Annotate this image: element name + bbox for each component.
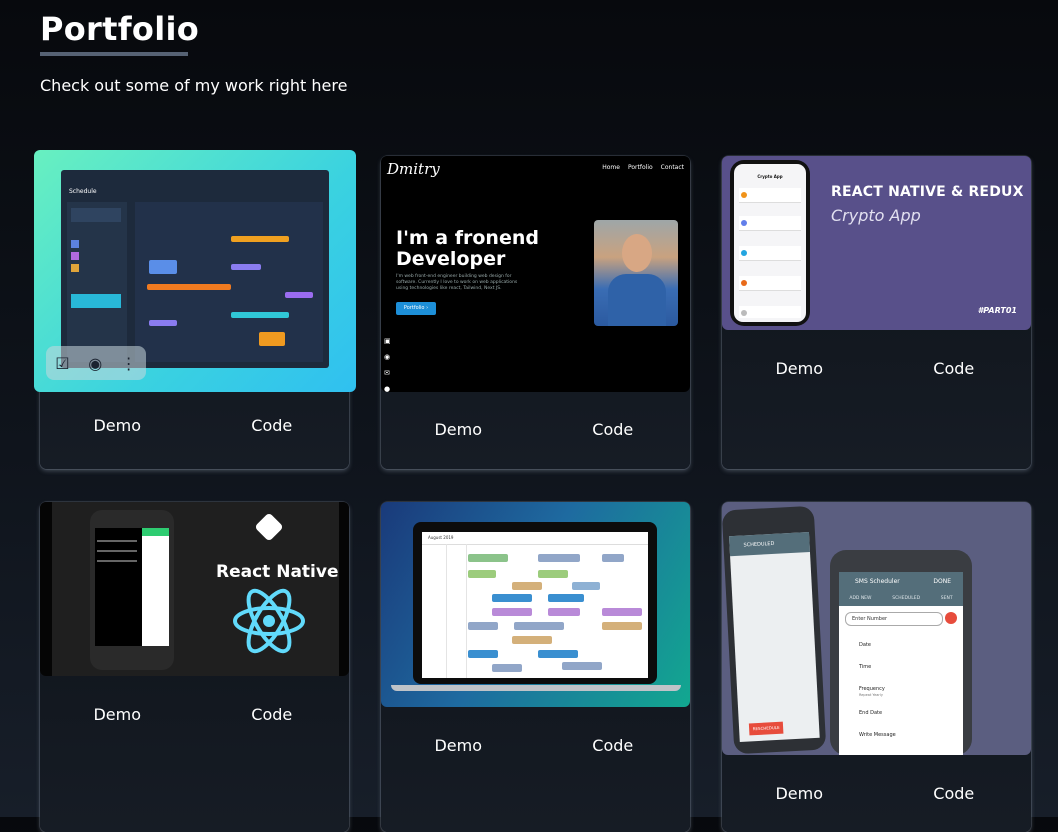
linkedin-icon: ▣ bbox=[384, 337, 391, 345]
front-phone-mockup: SMS Scheduler DONE ADD NEW SCHEDULED SEN… bbox=[830, 550, 972, 755]
time-field: Time bbox=[859, 664, 872, 670]
banner-subtitle: Crypto App bbox=[831, 206, 921, 225]
site-nav: Home Portfolio Contact bbox=[602, 164, 684, 171]
code-link[interactable]: Code bbox=[877, 784, 1032, 803]
tab-sent: SENT bbox=[940, 596, 953, 601]
mail-icon: ✉ bbox=[384, 369, 390, 377]
page-title: Portfolio bbox=[40, 10, 200, 48]
project-links: Demo Code bbox=[722, 359, 1031, 378]
phone-mockup: Crypto App bbox=[730, 160, 810, 326]
message-field: Write Message bbox=[859, 732, 896, 738]
demo-link[interactable]: Demo bbox=[381, 420, 536, 439]
back-phone-mockup: SCHEDULED RESCHEDULE bbox=[722, 505, 827, 755]
code-link[interactable]: Code bbox=[877, 359, 1032, 378]
app-title: SMS Scheduler bbox=[855, 578, 900, 585]
contact-icon bbox=[945, 612, 957, 624]
phone-title: Crypto App bbox=[757, 174, 783, 179]
project-links: Demo Code bbox=[722, 784, 1031, 803]
project-card-crypto: Crypto App REACT NATIVE & REDUX Crypto A… bbox=[722, 156, 1031, 469]
reschedule-button: RESCHEDULE bbox=[748, 721, 784, 736]
nav-portfolio: Portfolio bbox=[627, 164, 653, 171]
developer-photo bbox=[594, 220, 678, 326]
project-thumbnail[interactable]: Schedule 8 August ☑ ◉ bbox=[34, 150, 356, 392]
github-icon: ◉ bbox=[384, 353, 391, 361]
dashboard-calendar bbox=[135, 202, 323, 362]
camera-icon[interactable]: ◉ bbox=[88, 354, 102, 373]
code-link[interactable]: Code bbox=[536, 736, 691, 755]
react-atom-icon bbox=[233, 588, 305, 654]
react-logo-badge bbox=[254, 512, 284, 542]
calendar-month: August 2019 bbox=[428, 535, 454, 540]
hero-line-2: Developer bbox=[396, 248, 506, 270]
project-thumbnail[interactable]: Crypto App REACT NATIVE & REDUX Crypto A… bbox=[722, 156, 1031, 330]
demo-link[interactable]: Demo bbox=[40, 416, 195, 435]
code-link[interactable]: Code bbox=[536, 420, 691, 439]
project-card-calendar: August 2019 Demo Code bbox=[381, 502, 690, 832]
date-field: Date bbox=[859, 642, 871, 648]
project-links: Demo Code bbox=[40, 416, 349, 435]
nav-home: Home bbox=[602, 164, 620, 171]
dashboard-sidebar bbox=[67, 202, 127, 362]
end-date-field: End Date bbox=[859, 710, 883, 716]
project-card-schedule: Schedule 8 August ☑ ◉ bbox=[34, 150, 356, 469]
project-card-developer: Dmitry Home Portfolio Contact I'm a fron… bbox=[381, 156, 690, 469]
banner-tag: #PART01 bbox=[977, 306, 1017, 315]
demo-link[interactable]: Demo bbox=[722, 784, 877, 803]
hero-blurb: I'm web front-end engineer building web … bbox=[396, 274, 518, 291]
bookmark-icon[interactable]: ☑ bbox=[55, 354, 69, 373]
title-underline bbox=[40, 52, 188, 56]
site-logo: Dmitry bbox=[387, 160, 440, 178]
demo-link[interactable]: Demo bbox=[40, 705, 195, 724]
react-native-title: React Native bbox=[216, 562, 339, 582]
tab-scheduled: SCHEDULED bbox=[892, 596, 921, 601]
tab-add-new: ADD NEW bbox=[849, 596, 872, 601]
android-phone-mockup bbox=[90, 510, 174, 670]
project-thumbnail[interactable]: SCHEDULED RESCHEDULE SMS Scheduler DONE … bbox=[722, 502, 1031, 755]
social-icons: ▣ ◉ ✉ ● bbox=[384, 333, 391, 392]
phone-number-field: Enter Number bbox=[845, 612, 943, 626]
project-card-sms: SCHEDULED RESCHEDULE SMS Scheduler DONE … bbox=[722, 502, 1031, 832]
project-links: Demo Code bbox=[40, 705, 349, 724]
hero-line-1: I'm a fronend bbox=[396, 227, 539, 249]
frequency-field: Frequency bbox=[859, 686, 885, 692]
page-subtitle: Check out some of my work right here bbox=[40, 76, 348, 95]
dashboard-heading: Schedule bbox=[69, 188, 97, 195]
image-tools-overlay: ☑ ◉ ⋮ bbox=[46, 346, 146, 380]
nav-contact: Contact bbox=[660, 164, 684, 171]
back-phone-header: SCHEDULED bbox=[729, 532, 810, 557]
project-card-react-native: React Native Demo Code bbox=[40, 502, 349, 832]
hero-headline: I'm a fronend Developer bbox=[396, 228, 539, 270]
project-thumbnail[interactable]: August 2019 bbox=[381, 502, 690, 707]
demo-link[interactable]: Demo bbox=[722, 359, 877, 378]
laptop-base bbox=[391, 685, 681, 691]
demo-link[interactable]: Demo bbox=[381, 736, 536, 755]
hero-button: Portfolio › bbox=[396, 302, 436, 315]
banner-headline: REACT NATIVE & REDUX bbox=[831, 184, 1024, 200]
project-thumbnail[interactable]: React Native bbox=[40, 502, 349, 676]
project-links: Demo Code bbox=[381, 736, 690, 755]
code-link[interactable]: Code bbox=[195, 705, 350, 724]
project-links: Demo Code bbox=[381, 420, 690, 439]
dashboard-preview: Schedule 8 August bbox=[61, 170, 329, 368]
more-vertical-icon[interactable]: ⋮ bbox=[121, 354, 137, 373]
frequency-value: Repeat Yearly bbox=[859, 693, 883, 697]
code-link[interactable]: Code bbox=[195, 416, 350, 435]
project-thumbnail[interactable]: Dmitry Home Portfolio Contact I'm a fron… bbox=[381, 156, 690, 392]
laptop-mockup: August 2019 bbox=[413, 522, 657, 684]
done-button: DONE bbox=[933, 578, 951, 585]
user-icon: ● bbox=[384, 385, 391, 392]
